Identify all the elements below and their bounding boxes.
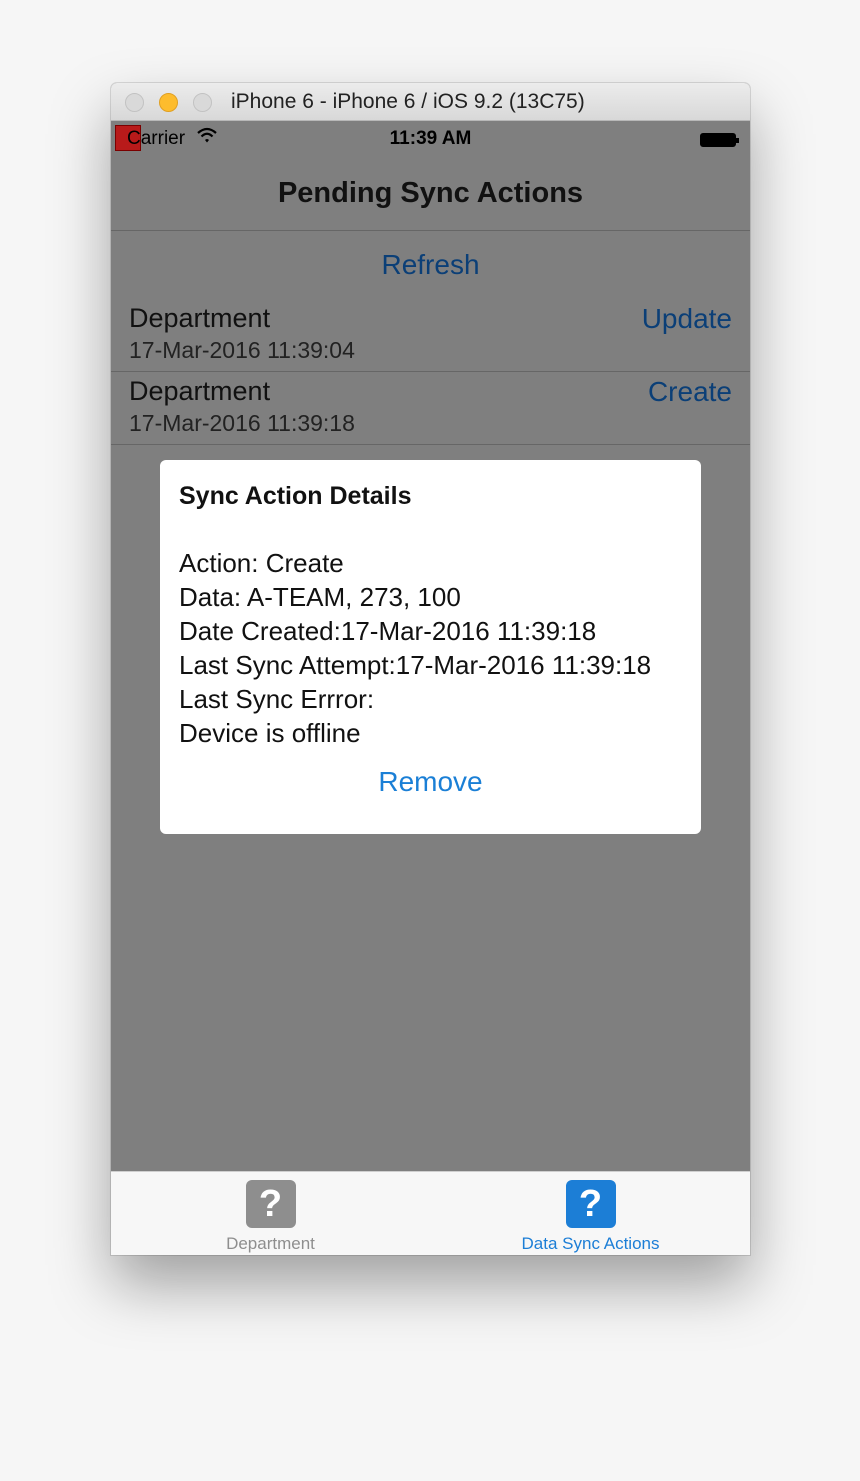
dialog-details: Action: Create Data: A-TEAM, 273, 100 Da… bbox=[179, 546, 651, 750]
window-title: iPhone 6 - iPhone 6 / iOS 9.2 (13C75) bbox=[231, 90, 585, 113]
page-title: Pending Sync Actions bbox=[277, 177, 584, 209]
zoom-window-button[interactable] bbox=[193, 93, 212, 112]
list-item[interactable]: Department 17-Mar-2016 11:39:04 Update bbox=[111, 299, 750, 372]
list-item[interactable]: Department 17-Mar-2016 11:39:18 Create bbox=[111, 372, 750, 445]
question-icon: ? bbox=[245, 1180, 296, 1228]
tab-label: Department bbox=[226, 1234, 315, 1253]
battery-icon bbox=[700, 133, 739, 147]
tab-label: Data Sync Actions bbox=[521, 1234, 660, 1253]
simulator-window: iPhone 6 - iPhone 6 / iOS 9.2 (13C75) Ca… bbox=[111, 83, 750, 1255]
refresh-button[interactable]: Refresh bbox=[111, 249, 750, 281]
row-timestamp: 17-Mar-2016 11:39:18 bbox=[129, 410, 355, 436]
detail-action: Action: Create bbox=[179, 548, 344, 578]
status-bar: Carrier 11:39 AM bbox=[111, 121, 750, 157]
detail-last-sync-error-label: Last Sync Errror: bbox=[179, 684, 375, 714]
detail-last-sync-attempt: Last Sync Attempt:17-Mar-2016 11:39:18 bbox=[179, 650, 652, 680]
close-window-button[interactable] bbox=[125, 93, 144, 112]
row-entity-label: Department bbox=[129, 376, 271, 406]
navigation-bar: Pending Sync Actions bbox=[111, 157, 750, 231]
dialog-title: Sync Action Details bbox=[179, 482, 412, 510]
detail-date-created: Date Created:17-Mar-2016 11:39:18 bbox=[179, 616, 597, 646]
tab-bar: ? Department ? Data Sync Actions bbox=[111, 1171, 750, 1255]
question-icon: ? bbox=[565, 1180, 616, 1228]
tab-data-sync-actions[interactable]: ? Data Sync Actions bbox=[431, 1172, 750, 1255]
detail-last-sync-error-value: Device is offline bbox=[179, 718, 361, 748]
row-entity-label: Department bbox=[129, 303, 271, 333]
remove-button[interactable]: Remove bbox=[160, 766, 701, 798]
tab-department[interactable]: ? Department bbox=[111, 1172, 430, 1255]
window-titlebar: iPhone 6 - iPhone 6 / iOS 9.2 (13C75) bbox=[111, 83, 750, 121]
detail-data: Data: A-TEAM, 273, 100 bbox=[179, 582, 461, 612]
row-timestamp: 17-Mar-2016 11:39:04 bbox=[129, 337, 355, 363]
row-action-button[interactable]: Update bbox=[642, 303, 732, 335]
status-time: 11:39 AM bbox=[389, 128, 472, 149]
row-action-button[interactable]: Create bbox=[648, 376, 732, 408]
sync-action-details-dialog: Sync Action Details Action: Create Data:… bbox=[160, 460, 701, 834]
minimize-window-button[interactable] bbox=[159, 93, 178, 112]
